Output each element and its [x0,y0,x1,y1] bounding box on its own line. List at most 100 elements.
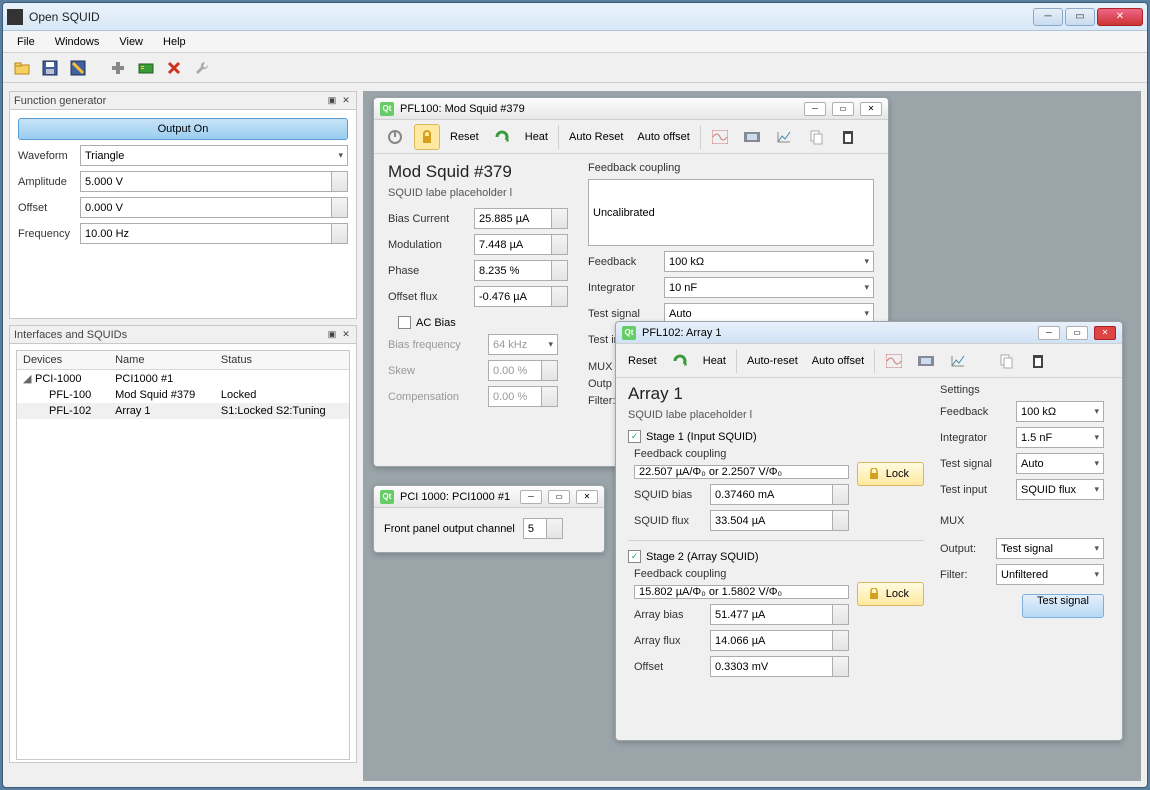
stage2-checkbox[interactable]: ✓ [628,550,641,563]
graph-icon[interactable] [945,348,971,374]
devices-table[interactable]: Devices Name Status ◢PCI-1000 PCI1000 #1… [17,351,349,419]
graph-icon[interactable] [771,124,797,150]
table-row[interactable]: PFL-102 Array 1 S1:Locked S2:Tuning [17,403,349,419]
s2-offset-spin[interactable]: 0.3303 mV▴▾ [710,656,849,677]
frequency-spin[interactable]: 10.00 Hz▴▾ [80,223,348,244]
pfl102-titlebar[interactable]: Qt PFL102: Array 1 ─ ▭ ✕ [616,322,1122,344]
dock-close-button[interactable]: ✕ [340,329,352,341]
menu-file[interactable]: File [7,33,45,51]
set-feedback-combo[interactable]: 100 kΩ [1016,401,1104,422]
subwin-close-button[interactable]: ✕ [1094,326,1116,340]
s1-flux-spin[interactable]: 33.504 µA▴▾ [710,510,849,531]
front-channel-spin[interactable]: 5▴▾ [523,518,563,539]
skew-spin: 0.00 %▴▾ [488,360,558,381]
copy-icon[interactable] [993,348,1019,374]
refresh-icon[interactable] [489,124,515,150]
scope1-icon[interactable] [707,124,733,150]
bias-current-spin[interactable]: 25.885 µA▴▾ [474,208,568,229]
reset-button[interactable]: Reset [446,131,483,143]
open-icon[interactable] [11,57,33,79]
squid-label: SQUID labe placeholder l [388,187,568,199]
subwin-close-button[interactable]: ✕ [860,102,882,116]
comp-spin: 0.00 %▴▾ [488,386,558,407]
output-on-button[interactable]: Output On [18,118,348,140]
s2-aflux-spin[interactable]: 14.066 µA▴▾ [710,630,849,651]
subwin-maximize-button[interactable]: ▭ [548,490,570,504]
window-title: Open SQUID [29,10,1033,24]
waveform-combo[interactable]: Triangle [80,145,348,166]
menu-windows[interactable]: Windows [45,33,110,51]
lock-icon[interactable] [414,124,440,150]
amplitude-spin[interactable]: 5.000 V▴▾ [80,171,348,192]
pci1000-titlebar[interactable]: Qt PCI 1000: PCI1000 #1 ─ ▭ ✕ [374,486,604,508]
dock-float-button[interactable]: ▣ [326,95,338,107]
s1-lock-button[interactable]: Lock [857,462,924,486]
offset-flux-spin[interactable]: -0.476 µA▴▾ [474,286,568,307]
subwin-maximize-button[interactable]: ▭ [832,102,854,116]
feedback-combo[interactable]: 100 kΩ [664,251,874,272]
board-icon[interactable] [135,57,157,79]
power-icon[interactable] [382,124,408,150]
subwin-minimize-button[interactable]: ─ [804,102,826,116]
col-devices[interactable]: Devices [17,351,109,370]
mux-filter-combo[interactable]: Unfiltered [996,564,1104,585]
dock-float-button[interactable]: ▣ [326,329,338,341]
close-button[interactable]: ✕ [1097,8,1143,26]
paste-icon[interactable] [835,124,861,150]
subwin-maximize-button[interactable]: ▭ [1066,326,1088,340]
add-icon[interactable] [107,57,129,79]
mux-output-combo[interactable]: Test signal [996,538,1104,559]
scope2-icon[interactable] [739,124,765,150]
s2-lock-button[interactable]: Lock [857,582,924,606]
wrench-icon[interactable] [191,57,213,79]
autooffset-button[interactable]: Auto offset [633,131,693,143]
reset-button[interactable]: Reset [624,355,661,367]
qt-icon: Qt [380,102,394,116]
autoreset-button[interactable]: Auto Reset [565,131,627,143]
s2-coupling-input[interactable]: 15.802 µA/Φ₀ or 1.5802 V/Φ₀ [634,585,849,599]
save-icon[interactable] [39,57,61,79]
paste-icon[interactable] [1025,348,1051,374]
pfl100-titlebar[interactable]: Qt PFL100: Mod Squid #379 ─ ▭ ✕ [374,98,888,120]
set-testsig-combo[interactable]: Auto [1016,453,1104,474]
feedback-coupling-input[interactable]: Uncalibrated [588,179,874,246]
test-signal-button[interactable]: Test signal [1022,594,1104,618]
menu-view[interactable]: View [109,33,153,51]
col-status[interactable]: Status [215,351,349,370]
autooffset-button[interactable]: Auto offset [808,355,868,367]
copy-icon[interactable] [803,124,829,150]
modulation-spin[interactable]: 7.448 µA▴▾ [474,234,568,255]
s2-abias-spin[interactable]: 51.477 µA▴▾ [710,604,849,625]
menu-help[interactable]: Help [153,33,196,51]
heat-button[interactable]: Heat [699,355,730,367]
dock-close-button[interactable]: ✕ [340,95,352,107]
offset-label: Offset [18,202,76,214]
autoreset-button[interactable]: Auto-reset [743,355,802,367]
subwin-minimize-button[interactable]: ─ [1038,326,1060,340]
heat-button[interactable]: Heat [521,131,552,143]
refresh-icon[interactable] [667,348,693,374]
table-row[interactable]: PFL-100 Mod Squid #379 Locked [17,387,349,403]
delete-icon[interactable] [163,57,185,79]
set-testin-combo[interactable]: SQUID flux [1016,479,1104,500]
subwin-minimize-button[interactable]: ─ [520,490,542,504]
offset-spin[interactable]: 0.000 V▴▾ [80,197,348,218]
set-integrator-combo[interactable]: 1.5 nF [1016,427,1104,448]
qt-icon: Qt [380,490,394,504]
s1-coupling-input[interactable]: 22.507 µA/Φ₀ or 2.2507 V/Φ₀ [634,465,849,479]
maximize-button[interactable]: ▭ [1065,8,1095,26]
ac-bias-checkbox[interactable] [398,316,411,329]
table-row[interactable]: ◢PCI-1000 PCI1000 #1 [17,370,349,388]
scope1-icon[interactable] [881,348,907,374]
subwin-close-button[interactable]: ✕ [576,490,598,504]
saveas-icon[interactable] [67,57,89,79]
expand-icon[interactable]: ◢ [23,372,33,385]
integrator-combo[interactable]: 10 nF [664,277,874,298]
s1-bias-spin[interactable]: 0.37460 mA▴▾ [710,484,849,505]
phase-spin[interactable]: 8.235 %▴▾ [474,260,568,281]
minimize-button[interactable]: ─ [1033,8,1063,26]
mdi-area: Qt PFL100: Mod Squid #379 ─ ▭ ✕ Reset He… [363,91,1141,781]
scope2-icon[interactable] [913,348,939,374]
stage1-checkbox[interactable]: ✓ [628,430,641,443]
col-name[interactable]: Name [109,351,215,370]
